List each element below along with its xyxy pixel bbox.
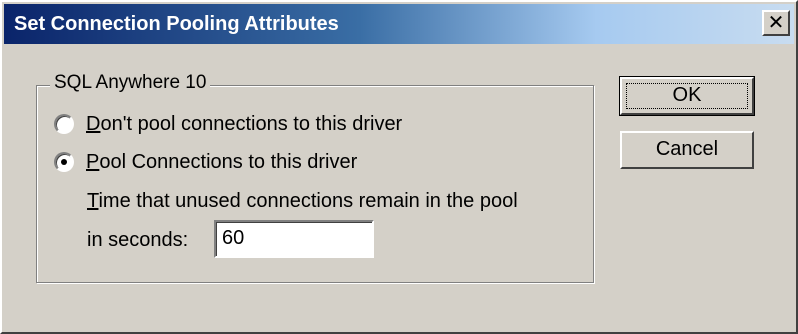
radio-pool-circle[interactable] (54, 152, 74, 172)
close-button[interactable]: ✕ (762, 10, 790, 36)
timeout-seconds-input[interactable]: 60 (214, 220, 374, 258)
cancel-button[interactable]: Cancel (620, 131, 754, 169)
close-icon: ✕ (767, 12, 785, 34)
radio-dont-pool-label: Don't pool connections to this driver (86, 112, 403, 135)
radio-selected-dot (61, 159, 67, 165)
dialog-title: Set Connection Pooling Attributes (14, 13, 339, 35)
groupbox-label: SQL Anywhere 10 (50, 72, 211, 94)
radio-pool[interactable]: Pool Connections to this driver (54, 148, 357, 176)
radio-dont-pool[interactable]: Don't pool connections to this driver (54, 110, 402, 138)
timeout-label: Time that unused connections remain in t… (87, 190, 518, 212)
radio-dont-pool-circle[interactable] (54, 114, 74, 134)
title-bar[interactable]: Set Connection Pooling Attributes ✕ (4, 4, 794, 44)
ok-button[interactable]: OK (619, 76, 755, 116)
focus-rectangle (626, 83, 748, 109)
seconds-label: in seconds: (87, 229, 189, 251)
radio-pool-label: Pool Connections to this driver (86, 150, 358, 173)
cancel-button-label: Cancel (655, 138, 719, 160)
